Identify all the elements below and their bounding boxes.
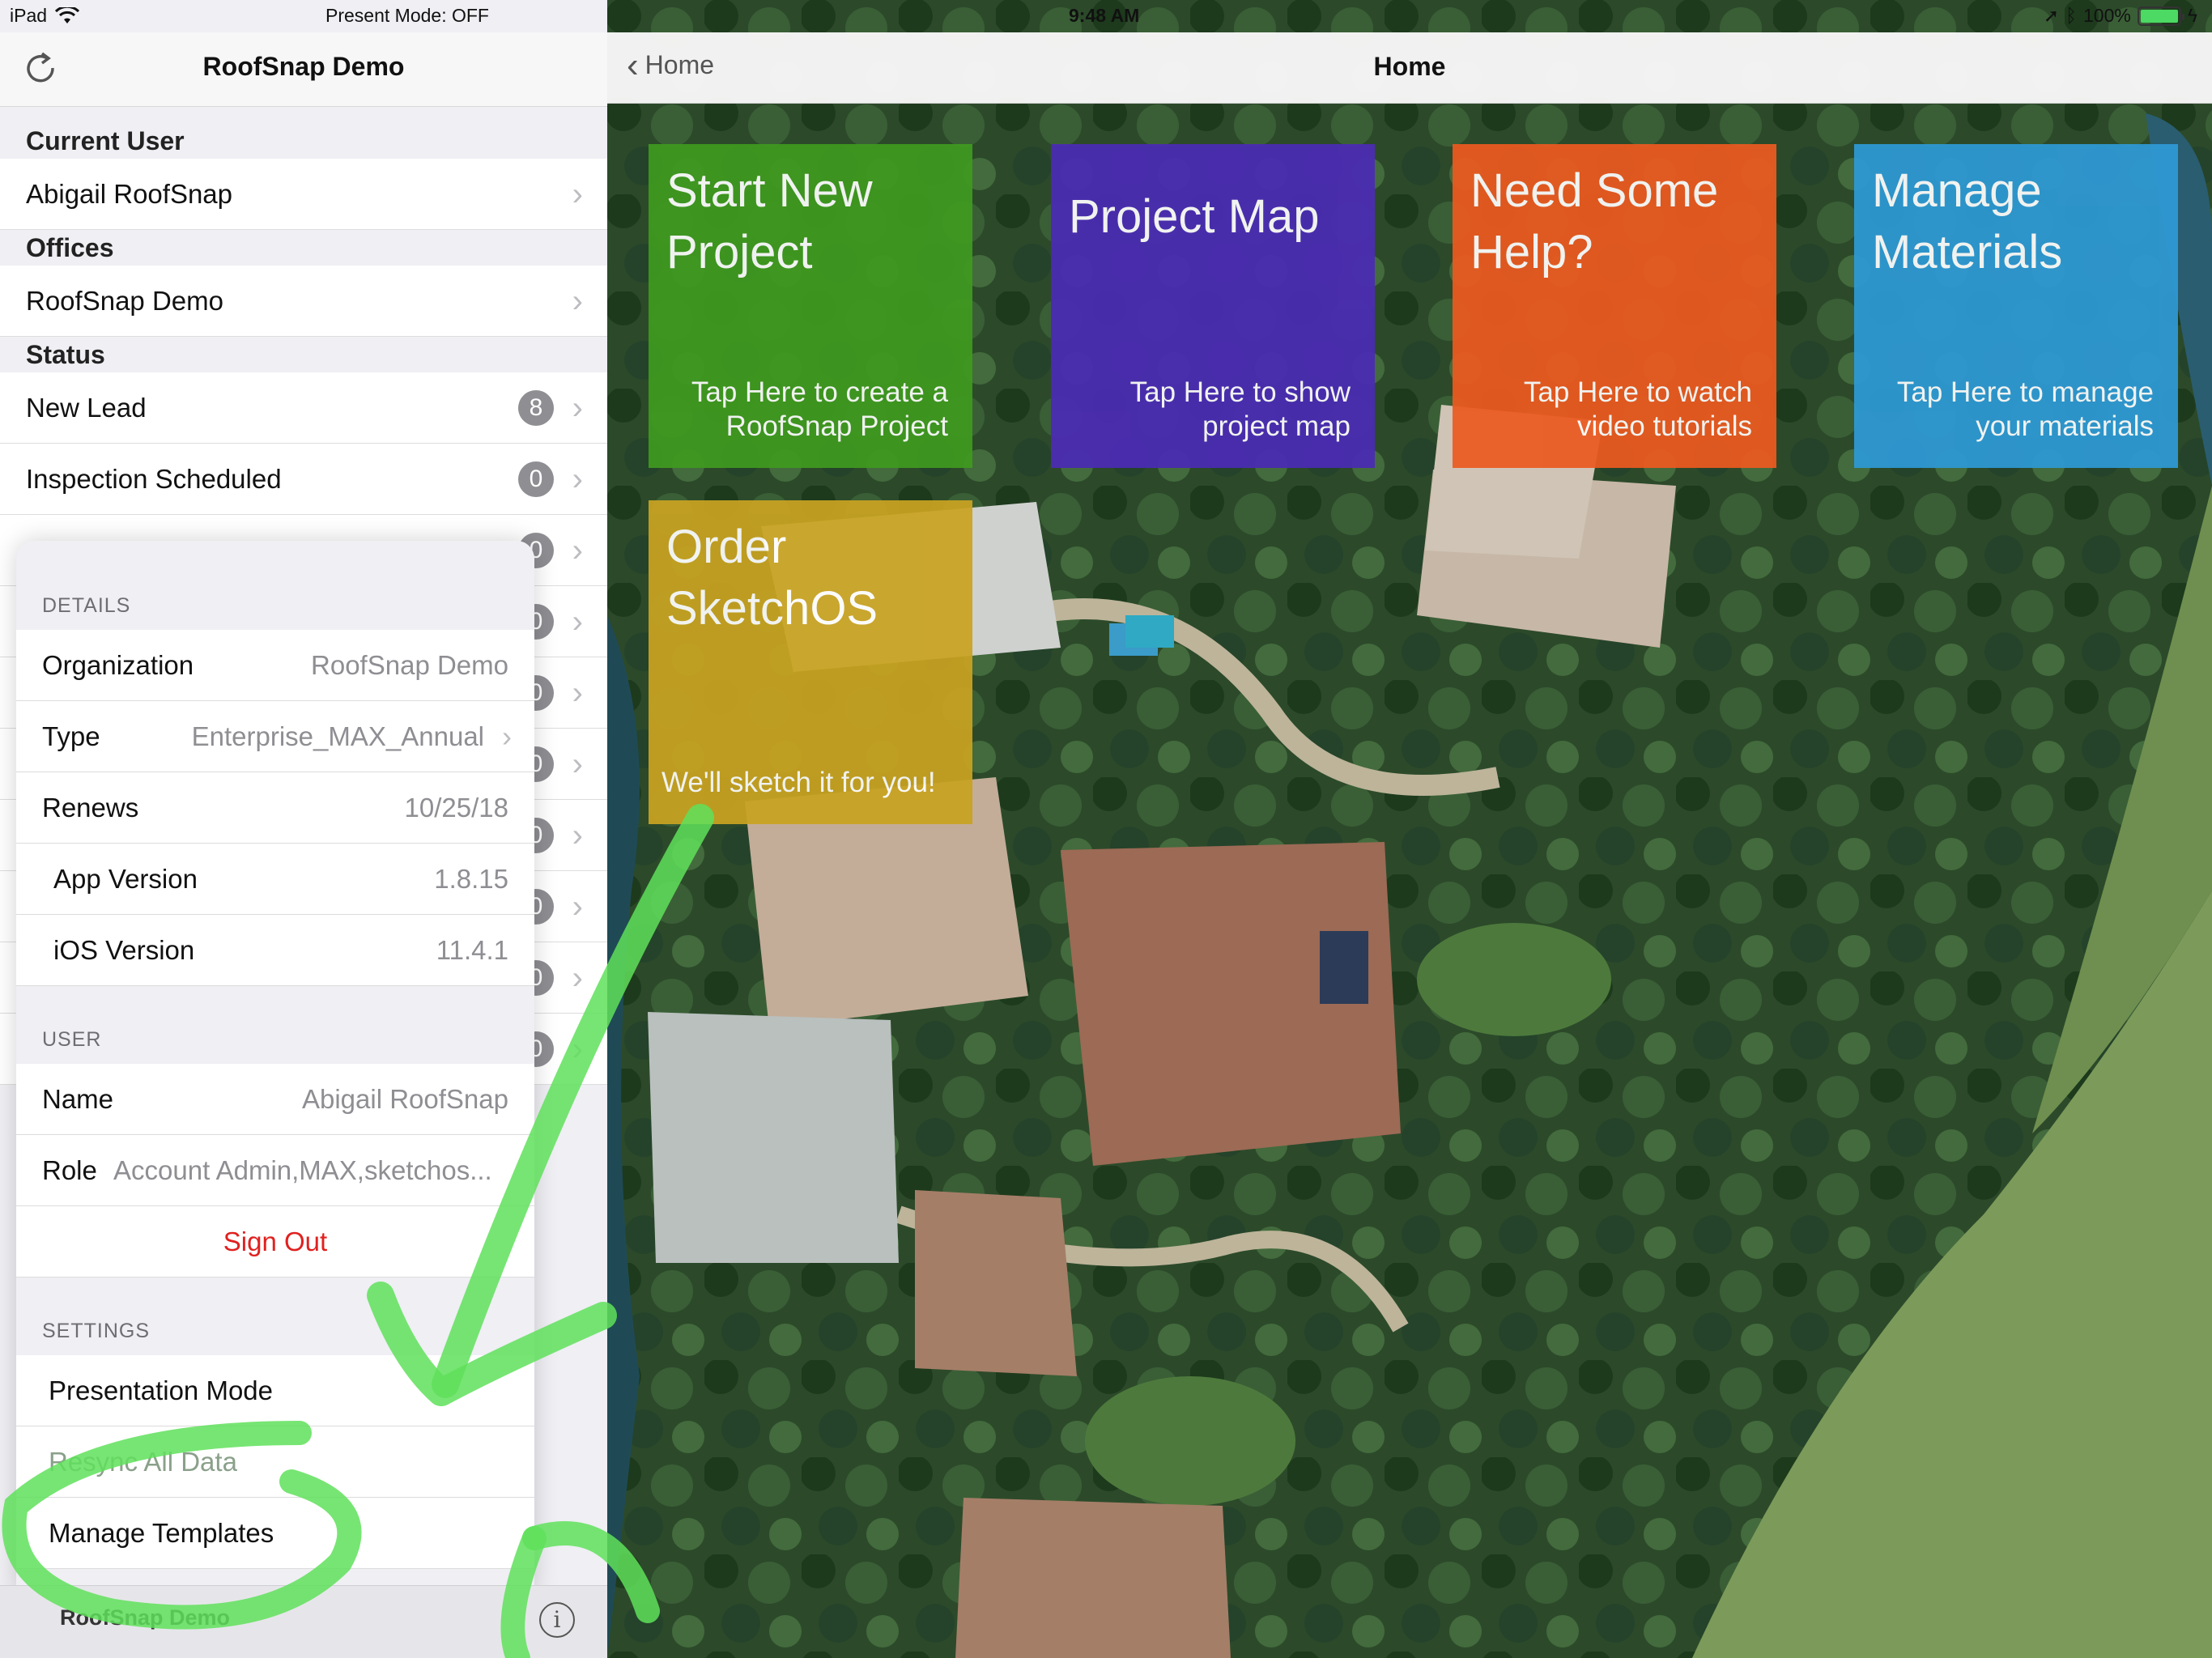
detail-label: Organization <box>42 650 194 680</box>
chevron-right-icon: › <box>572 604 583 640</box>
user-name-label: Name <box>42 1084 114 1114</box>
tile-subtitle: Tap Here to create a RoofSnap Project <box>691 376 948 442</box>
setting-label: Resync All Data <box>49 1447 237 1477</box>
detail-label: iOS Version <box>53 935 195 965</box>
tile-project-map[interactable]: Project Map Tap Here to show project map <box>1051 144 1375 468</box>
status-label: New Lead <box>26 393 147 423</box>
manage-templates-button[interactable]: Manage Templates <box>16 1498 534 1569</box>
current-user-name: Abigail RoofSnap <box>26 179 233 209</box>
status-bar: iPad Present Mode: OFF 9:48 AM ➚ ᛒ 100% … <box>0 0 2212 32</box>
detail-label: Renews <box>42 793 139 823</box>
bottom-toolbar: RoofSnap Demo i <box>0 1585 607 1658</box>
tile-need-some-help[interactable]: Need Some Help? Tap Here to watch video … <box>1453 144 1776 468</box>
chevron-right-icon: › <box>572 533 583 568</box>
detail-value: 1.8.15 <box>434 864 508 894</box>
sign-out-button[interactable]: Sign Out <box>16 1206 534 1278</box>
detail-value: Enterprise_MAX_Annual <box>191 721 484 751</box>
count-badge: 0 <box>518 461 554 497</box>
section-current-user: Current User <box>26 126 185 155</box>
detail-title: Home <box>1373 52 1446 81</box>
detail-row-app-version: App Version 1.8.15 <box>16 844 534 915</box>
tile-manage-materials[interactable]: Manage Materials Tap Here to manage your… <box>1854 144 2178 468</box>
master-panel: RoofSnap Demo Current User Abigail RoofS… <box>0 0 607 1658</box>
user-header: USER <box>42 1028 102 1051</box>
account-info-popover: DETAILS Organization RoofSnap Demo Type … <box>16 541 534 1593</box>
detail-label: App Version <box>53 864 198 894</box>
chevron-right-icon: › <box>572 461 583 497</box>
chevron-right-icon: › <box>572 176 583 212</box>
chevron-right-icon: › <box>572 675 583 711</box>
battery-icon <box>2137 6 2184 26</box>
tile-subtitle: We'll sketch it for you! <box>661 767 936 798</box>
tile-title: Start New Project <box>666 164 873 278</box>
chevron-right-icon: › <box>572 889 583 925</box>
detail-navbar: ‹ Home Home <box>607 32 2212 104</box>
user-role-label: Role <box>42 1155 97 1185</box>
master-title: RoofSnap Demo <box>202 52 405 81</box>
status-row-inspection-scheduled[interactable]: Inspection Scheduled 0 › <box>0 444 607 515</box>
detail-value: RoofSnap Demo <box>311 650 508 680</box>
toolbar-org-name: RoofSnap Demo <box>60 1605 231 1630</box>
tile-subtitle: Tap Here to manage your materials <box>1896 376 2154 442</box>
user-name-row: Name Abigail RoofSnap <box>16 1064 534 1135</box>
detail-label: Type <box>42 721 100 751</box>
tile-subtitle: Tap Here to show project map <box>1129 376 1351 442</box>
chevron-right-icon: › <box>572 818 583 853</box>
info-icon[interactable]: i <box>539 1602 575 1638</box>
user-name-value: Abigail RoofSnap <box>301 1084 508 1114</box>
present-mode-status: Present Mode: OFF <box>325 5 489 26</box>
charging-icon: ϟ <box>2187 5 2197 26</box>
detail-value: 11.4.1 <box>436 935 508 965</box>
tile-title: Order SketchOS <box>666 521 878 635</box>
user-role-row: Role Account Admin,MAX,sketchos... <box>16 1135 534 1206</box>
detail-row-renews: Renews 10/25/18 <box>16 772 534 844</box>
status-row-new-lead[interactable]: New Lead 8 › <box>0 372 607 444</box>
bluetooth-icon: ᛒ <box>2065 5 2077 26</box>
chevron-right-icon: › <box>572 283 583 319</box>
tile-order-sketchos[interactable]: Order SketchOS We'll sketch it for you! <box>649 500 972 824</box>
office-name: RoofSnap Demo <box>26 286 223 316</box>
battery-percent: 100% <box>2082 5 2131 26</box>
detail-value: 10/25/18 <box>404 793 508 823</box>
tile-title: Need Some Help? <box>1470 164 1719 278</box>
section-status: Status <box>26 340 105 369</box>
master-navbar: RoofSnap Demo <box>0 32 607 107</box>
detail-row-ios-version: iOS Version 11.4.1 <box>16 915 534 986</box>
chevron-right-icon: › <box>572 746 583 782</box>
clock: 9:48 AM <box>1069 5 1140 26</box>
count-badge: 8 <box>518 390 554 426</box>
detail-panel: ‹ Home Home Start New Project Tap Here t… <box>607 0 2212 1658</box>
tile-start-new-project[interactable]: Start New Project Tap Here to create a R… <box>649 144 972 468</box>
setting-label: Manage Templates <box>49 1518 274 1548</box>
location-icon: ➚ <box>2043 5 2060 26</box>
user-role-value: Account Admin,MAX,sketchos... <box>113 1155 492 1185</box>
section-offices: Offices <box>26 233 114 262</box>
details-header: DETAILS <box>42 594 131 617</box>
chevron-right-icon: › <box>572 1031 583 1067</box>
chevron-right-icon: › <box>572 960 583 996</box>
presentation-mode-row[interactable]: Presentation Mode <box>16 1355 534 1426</box>
wifi-icon <box>55 6 80 23</box>
chevron-right-icon: › <box>502 720 512 753</box>
current-user-row[interactable]: Abigail RoofSnap › <box>0 159 607 230</box>
tile-title: Project Map <box>1069 190 1320 243</box>
device-label: iPad <box>10 5 48 26</box>
chevron-right-icon: › <box>572 390 583 426</box>
tile-subtitle: Tap Here to watch video tutorials <box>1523 376 1752 442</box>
tile-title: Manage Materials <box>1872 164 2063 278</box>
detail-row-type[interactable]: Type Enterprise_MAX_Annual › <box>16 701 534 772</box>
setting-label: Presentation Mode <box>49 1375 274 1405</box>
settings-header: SETTINGS <box>42 1320 151 1342</box>
status-label: Inspection Scheduled <box>26 464 282 494</box>
detail-row-organization: Organization RoofSnap Demo <box>16 630 534 701</box>
resync-all-data-button[interactable]: Resync All Data <box>16 1426 534 1498</box>
office-row[interactable]: RoofSnap Demo › <box>0 266 607 337</box>
